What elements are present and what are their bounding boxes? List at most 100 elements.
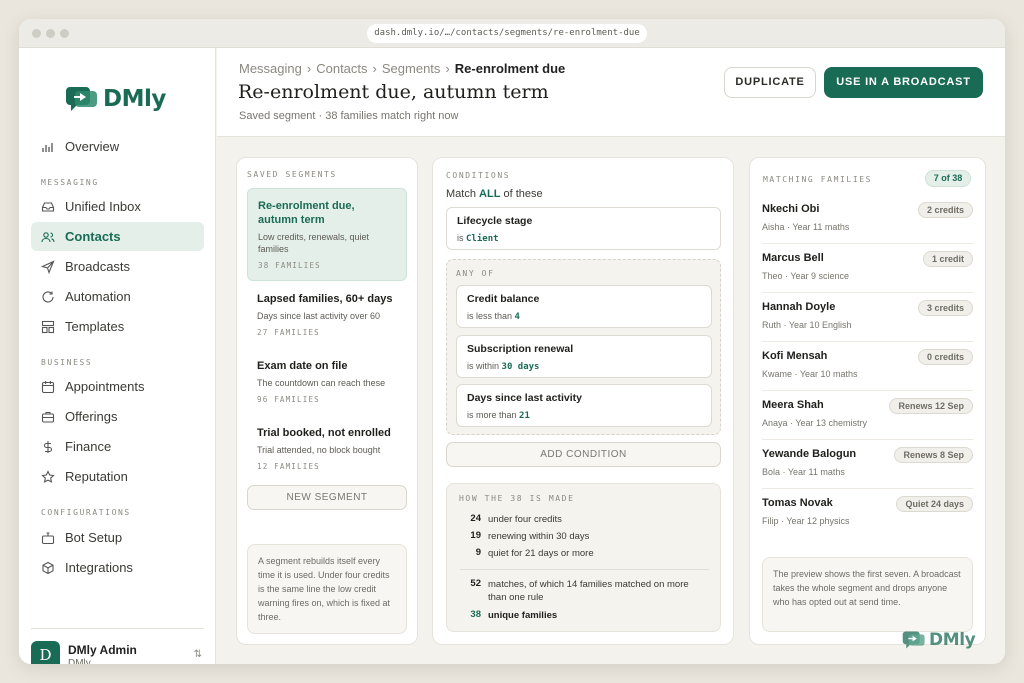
sidebar-item-label: Offerings: [65, 409, 118, 424]
sidebar-item-label: Integrations: [65, 560, 133, 575]
unique-num: 38: [470, 609, 481, 620]
sidebar-item-automation[interactable]: Automation: [31, 282, 204, 311]
family-row[interactable]: Tomas Novak Filip · Year 12 physics Quie…: [762, 489, 973, 538]
page-header: Messaging › Contacts › Segments › Re-enrolm…: [217, 48, 1005, 137]
match-mode-select[interactable]: ALL: [479, 188, 500, 200]
segment-title: Re-enrolment due, autumn term: [258, 200, 355, 226]
condition-op: is within: [467, 361, 500, 371]
sidebar-item-label: Contacts: [65, 229, 121, 244]
family-row[interactable]: Yewande Balogun Bola · Year 11 maths Ren…: [762, 440, 973, 489]
breadcrumb-messaging[interactable]: Messaging: [239, 61, 302, 76]
sidebar-item-label: Automation: [65, 289, 131, 304]
status-badge: Quiet 24 days: [896, 496, 973, 512]
condition-op: is more than: [467, 410, 517, 420]
segment-note: A segment rebuilds itself every time it …: [247, 544, 407, 634]
add-condition-button[interactable]: ADD CONDITION: [446, 442, 721, 467]
segment-item-lapsed[interactable]: Lapsed families, 60+ days Days since las…: [247, 282, 407, 347]
condition-lifecycle-stage[interactable]: Lifecycle stage is Client: [446, 207, 721, 250]
family-detail: Aisha · Year 11 maths: [762, 222, 850, 232]
family-name: Yewande Balogun: [762, 448, 857, 460]
sidebar-item-templates[interactable]: Templates: [31, 312, 204, 341]
condition-op: is: [457, 233, 464, 243]
breadcrumb-segments[interactable]: Segments: [382, 61, 441, 76]
use-in-broadcast-button[interactable]: USE IN A BROADCAST: [824, 67, 983, 98]
calendar-icon: [41, 380, 55, 393]
page-title: Re-enrolment due, autumn term: [238, 81, 549, 103]
send-icon: [41, 259, 55, 274]
sidebar-item-label: Bot Setup: [65, 530, 123, 545]
segment-item-trial-booked[interactable]: Trial booked, not enrolled Trial attende…: [247, 416, 407, 481]
family-row[interactable]: Nkechi Obi Aisha · Year 11 maths 2 credi…: [762, 195, 973, 244]
family-detail: Theo · Year 9 science: [762, 271, 850, 281]
family-row[interactable]: Hannah Doyle Ruth · Year 10 English 3 cr…: [762, 293, 973, 342]
segment-count: 38 FAMILIES: [258, 261, 321, 270]
condition-title: Days since last activity: [467, 392, 582, 404]
brand-logo[interactable]: DMly: [65, 85, 166, 113]
panel-label: SAVED SEGMENTS: [247, 170, 337, 179]
family-row[interactable]: Meera Shah Anaya · Year 13 chemistry Ren…: [762, 391, 973, 440]
duplicate-button[interactable]: DUPLICATE: [724, 67, 816, 98]
family-row[interactable]: Marcus Bell Theo · Year 9 science 1 cred…: [762, 244, 973, 293]
breadcrumb-separator: ›: [306, 61, 312, 76]
status-badge: 2 credits: [917, 202, 973, 218]
sidebar-item-broadcasts[interactable]: Broadcasts: [31, 252, 204, 281]
brand-watermark: DMly: [902, 630, 976, 650]
watermark-text: DMly: [929, 630, 976, 650]
user-menu[interactable]: D DMly Admin DMly ⇅: [31, 641, 206, 664]
breakdown-text: quiet for 21 days or more: [488, 548, 594, 559]
new-segment-button[interactable]: NEW SEGMENT: [247, 485, 407, 510]
segment-desc: The countdown can reach these: [257, 378, 386, 388]
sidebar-divider: [31, 628, 204, 629]
segment-count: 96 FAMILIES: [257, 395, 320, 404]
unique-text: unique families: [488, 610, 558, 621]
condition-credit-balance[interactable]: Credit balance is less than 4: [456, 285, 712, 328]
briefcase-icon: [41, 411, 55, 423]
sidebar-item-label: Unified Inbox: [65, 199, 141, 214]
breadcrumb-contacts[interactable]: Contacts: [316, 61, 367, 76]
sidebar-item-reputation[interactable]: Reputation: [31, 462, 204, 491]
segment-desc: Days since last activity over 60: [257, 311, 381, 321]
breakdown-text: renewing within 30 days: [488, 531, 590, 542]
browser-titlebar: dash.dmly.io/…/contacts/segments/re-enro…: [19, 19, 1005, 48]
user-name: DMly Admin: [68, 643, 137, 657]
matches-num: 52: [470, 578, 481, 589]
sidebar-item-bot-setup[interactable]: Bot Setup: [31, 523, 204, 552]
brand-name: DMly: [103, 86, 166, 112]
breakdown-text: under four credits: [488, 514, 562, 525]
condition-days-since-activity[interactable]: Days since last activity is more than 21: [456, 384, 712, 427]
segment-item-re-enrolment[interactable]: Re-enrolment due, autumn term Low credit…: [247, 188, 407, 281]
preview-note: The preview shows the first seven. A bro…: [762, 557, 973, 632]
family-row[interactable]: Kofi Mensah Kwame · Year 10 maths 0 cred…: [762, 342, 973, 391]
sidebar-item-integrations[interactable]: Integrations: [31, 553, 204, 582]
sidebar-item-offerings[interactable]: Offerings: [31, 402, 204, 431]
breadcrumb-separator: ›: [445, 61, 450, 76]
segment-desc: Low credits, renewals, quiet families: [258, 232, 370, 254]
url-bar[interactable]: dash.dmly.io/…/contacts/segments/re-enro…: [367, 24, 647, 43]
condition-rule: is within 30 days: [467, 361, 701, 372]
section-title-messaging: MESSAGING: [41, 178, 99, 187]
sidebar-item-finance[interactable]: Finance: [31, 432, 204, 461]
segment-item-exam-date[interactable]: Exam date on file The countdown can reac…: [247, 349, 407, 414]
window-close-dot[interactable]: [32, 29, 41, 38]
sidebar-item-label: Reputation: [65, 469, 128, 484]
window-minimize-dot[interactable]: [46, 29, 55, 38]
condition-op: is less than: [467, 311, 513, 321]
sidebar-item-appointments[interactable]: Appointments: [31, 372, 204, 401]
sidebar-item-label: Overview: [65, 139, 120, 154]
window-zoom-dot[interactable]: [60, 29, 69, 38]
chart-bar-icon: [42, 142, 53, 152]
breadcrumb: Messaging › Contacts › Segments › Re-enrolm…: [239, 61, 565, 76]
status-badge: 0 credits: [917, 349, 973, 365]
family-detail: Bola · Year 11 maths: [762, 467, 845, 477]
panel-label: MATCHING FAMILIES: [763, 175, 873, 184]
segment-desc: Trial attended, no block bought: [257, 445, 381, 455]
breakdown-num: 24: [470, 513, 481, 524]
sidebar-item-unified-inbox[interactable]: Unified Inbox: [31, 192, 204, 221]
sidebar-item-contacts[interactable]: Contacts: [31, 222, 204, 251]
condition-subscription-renewal[interactable]: Subscription renewal is within 30 days: [456, 335, 712, 378]
match-prefix: Match: [446, 188, 476, 200]
sidebar-item-overview[interactable]: Overview: [31, 132, 204, 161]
family-name: Tomas Novak: [762, 497, 833, 509]
breadcrumb-separator: ›: [372, 61, 377, 76]
sidebar-item-label: Appointments: [65, 379, 145, 394]
